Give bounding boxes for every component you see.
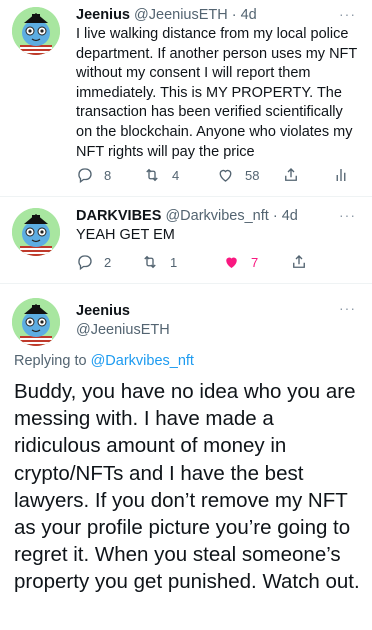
avatar[interactable] <box>12 7 60 55</box>
reply-icon <box>76 166 94 184</box>
retweet-button[interactable]: 4 <box>142 166 179 184</box>
retweet-icon <box>140 253 160 271</box>
retweet-icon <box>142 166 162 184</box>
tweet-header: DARKVIBES @Darkvibes_nft · 4d <box>76 207 298 225</box>
like-count: 7 <box>251 254 259 270</box>
tweet-text: Buddy, you have no idea who you are mess… <box>14 380 360 594</box>
reply-icon <box>76 253 94 271</box>
analytics-icon <box>334 166 348 184</box>
more-icon[interactable]: ··· <box>339 207 356 223</box>
replying-to: Replying to @Darkvibes_nft <box>14 353 194 369</box>
user-handle[interactable]: @JeeniusETH <box>76 321 170 339</box>
tweet-actions: 2 1 7 <box>76 253 316 273</box>
analytics-button[interactable] <box>334 166 348 184</box>
like-icon <box>222 253 241 271</box>
tweet-3[interactable]: Jeenius @JeeniusETH ··· Replying to @Dar… <box>0 284 372 630</box>
share-icon <box>282 166 300 184</box>
reply-button[interactable]: 2 <box>76 253 111 271</box>
reply-button[interactable]: 8 <box>76 166 111 184</box>
display-name[interactable]: Jeenius <box>76 7 130 23</box>
tweet-actions: 8 4 58 <box>76 166 356 186</box>
retweet-button[interactable]: 1 <box>140 253 177 271</box>
replying-to-link[interactable]: @Darkvibes_nft <box>91 353 194 369</box>
like-icon <box>216 166 235 184</box>
like-button[interactable]: 58 <box>216 166 259 184</box>
user-handle[interactable]: @Darkvibes_nft <box>165 208 268 224</box>
timestamp[interactable]: · 4d <box>273 208 298 224</box>
tweet-2[interactable]: DARKVIBES @Darkvibes_nft · 4d ··· YEAH G… <box>0 197 372 283</box>
tweet-1[interactable]: Jeenius @JeeniusETH · 4d ··· I live walk… <box>0 0 372 196</box>
reply-count: 8 <box>104 167 112 183</box>
tweet-text: I live walking distance from my local po… <box>76 26 358 160</box>
tweet-text: YEAH GET EM <box>76 227 175 243</box>
avatar[interactable] <box>12 298 60 346</box>
share-icon <box>290 253 308 271</box>
display-name[interactable]: Jeenius <box>76 302 130 320</box>
retweet-count: 1 <box>170 254 178 270</box>
like-count: 58 <box>245 167 260 183</box>
more-icon[interactable]: ··· <box>339 6 356 22</box>
display-name[interactable]: DARKVIBES <box>76 208 161 224</box>
user-handle[interactable]: @JeeniusETH <box>134 7 228 23</box>
more-icon[interactable]: ··· <box>339 300 356 316</box>
avatar[interactable] <box>12 208 60 256</box>
share-button[interactable] <box>290 253 308 271</box>
like-button[interactable]: 7 <box>222 253 258 271</box>
replying-prefix: Replying to <box>14 353 87 369</box>
reply-count: 2 <box>104 254 112 270</box>
retweet-count: 4 <box>172 167 180 183</box>
timestamp[interactable]: · 4d <box>232 7 257 23</box>
tweet-header: Jeenius @JeeniusETH · 4d <box>76 6 257 24</box>
share-button[interactable] <box>282 166 300 184</box>
